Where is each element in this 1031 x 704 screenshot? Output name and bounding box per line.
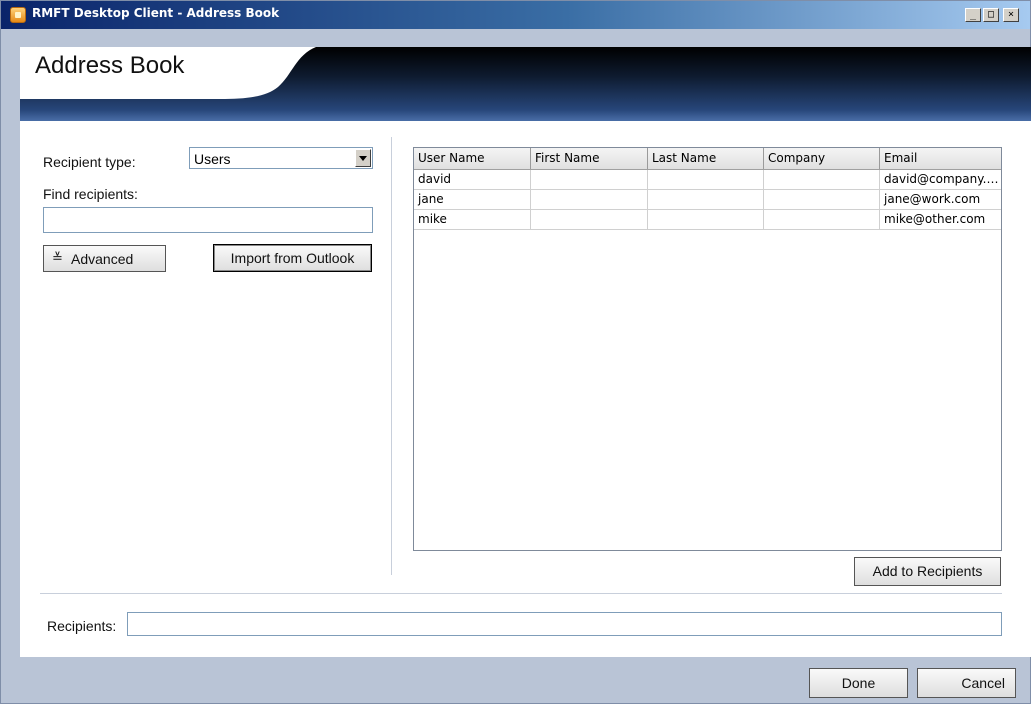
import-from-outlook-button[interactable]: Import from Outlook [213,244,372,272]
cell-last-name [648,210,764,229]
cell-user-name: jane [414,190,531,209]
recipient-type-select[interactable]: Users [189,147,373,169]
cell-first-name [531,190,648,209]
add-to-recipients-button[interactable]: Add to Recipients [854,557,1001,586]
cell-user-name: mike [414,210,531,229]
cell-email: jane@work.com [884,192,981,206]
maximize-button[interactable]: □ [983,8,999,22]
table-row[interactable]: mike mike@other.com [414,210,1001,230]
cell-company [764,170,880,189]
recipient-type-label: Recipient type: [43,154,136,170]
cell-user-name: david [414,170,531,189]
page-title: Address Book [35,52,185,79]
table-header: User Name First Name Last Name Company E… [414,148,1001,170]
table-body: david david@company.com jane jane@work.c… [414,170,1001,230]
column-header-email[interactable]: Email [880,148,1001,169]
cell-first-name [531,170,648,189]
column-header-user-name[interactable]: User Name [414,148,531,169]
column-header-company[interactable]: Company [764,148,880,169]
cancel-button[interactable]: Cancel [917,668,1016,698]
recipients-label: Recipients: [47,618,117,634]
find-recipients-label: Find recipients: [43,186,138,202]
done-button[interactable]: Done [809,668,908,698]
recipients-input[interactable] [127,612,1002,636]
recipient-type-value: Users [194,151,231,167]
title-bar[interactable]: RMFT Desktop Client - Address Book _ □ × [1,1,1030,29]
cell-last-name [648,190,764,209]
cell-first-name [531,210,648,229]
advanced-button[interactable]: ≚ Advanced [43,245,166,272]
horizontal-divider [40,593,1002,594]
close-button[interactable]: × [1003,8,1019,22]
find-recipients-input[interactable] [43,207,373,233]
window-title: RMFT Desktop Client - Address Book [32,6,280,20]
column-header-first-name[interactable]: First Name [531,148,648,169]
cell-company [764,210,880,229]
recipients-table[interactable]: User Name First Name Last Name Company E… [413,147,1002,551]
header-banner: Address Book [20,47,1031,121]
vertical-divider [391,137,392,575]
minimize-button[interactable]: _ [965,8,981,22]
cell-company [764,190,880,209]
app-icon [10,7,26,23]
column-header-last-name[interactable]: Last Name [648,148,764,169]
advanced-button-label: Advanced [71,251,134,267]
cell-email: david@company.com [884,172,1001,186]
table-row[interactable]: david david@company.com [414,170,1001,190]
dropdown-arrow-icon[interactable] [355,149,371,167]
double-chevron-down-icon: ≚ [52,250,63,265]
table-row[interactable]: jane jane@work.com [414,190,1001,210]
cell-email: mike@other.com [884,212,986,226]
cell-last-name [648,170,764,189]
address-book-window: RMFT Desktop Client - Address Book _ □ ×… [0,0,1031,704]
